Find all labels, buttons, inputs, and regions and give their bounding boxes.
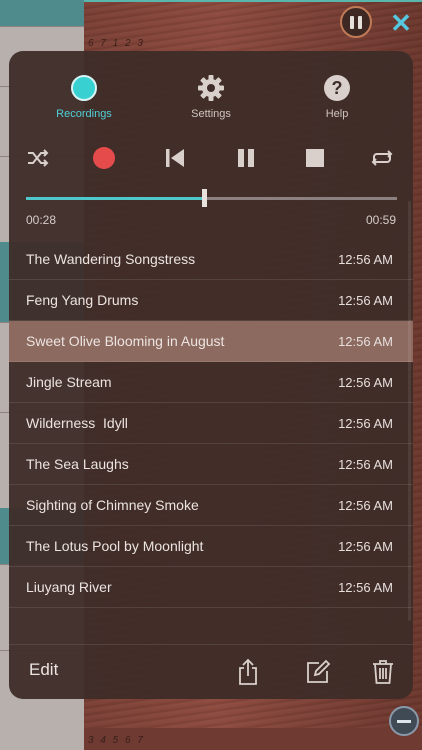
global-pause-button[interactable] [340, 6, 372, 38]
tab-recordings[interactable]: Recordings [34, 73, 134, 120]
progress-slider[interactable] [26, 189, 397, 207]
edit-icon [307, 659, 331, 683]
tab-bar: Recordings Settings ? Help [9, 73, 413, 123]
repeat-button[interactable] [365, 141, 399, 175]
recording-time: 12:56 AM [338, 538, 393, 554]
edit-button[interactable]: Edit [29, 660, 58, 680]
footer-toolbar: Edit [9, 644, 413, 699]
recordings-list: The Wandering Songstress 12:56 AM Feng Ya… [9, 239, 413, 608]
top-strip [84, 0, 422, 2]
list-item[interactable]: Liuyang River 12:56 AM [9, 567, 413, 608]
recording-time: 12:56 AM [338, 292, 393, 308]
playback-controls [9, 141, 413, 175]
trash-icon [373, 660, 393, 684]
delete-button[interactable] [368, 657, 398, 687]
shuffle-icon [28, 149, 49, 167]
top-key-numbers: 6 7 1 2 3 [88, 38, 145, 49]
close-icon: ✕ [390, 7, 412, 38]
recording-title: The Lotus Pool by Moonlight [26, 538, 204, 554]
list-item[interactable]: Jingle Stream 12:56 AM [9, 362, 413, 403]
list-item[interactable]: Sighting of Chimney Smoke 12:56 AM [9, 485, 413, 526]
rename-button[interactable] [303, 657, 333, 687]
tab-settings-label: Settings [191, 108, 231, 120]
recording-title: Wilderness Idyll [26, 415, 128, 431]
elapsed-time: 00:28 [26, 213, 57, 227]
help-icon: ? [324, 75, 350, 101]
recording-time: 12:56 AM [338, 251, 393, 267]
list-item-selected[interactable]: Sweet Olive Blooming in August 12:56 AM [9, 321, 413, 362]
progress-thumb[interactable] [202, 189, 208, 207]
tab-help[interactable]: ? Help [287, 73, 387, 120]
list-item[interactable]: The Sea Laughs 12:56 AM [9, 444, 413, 485]
recording-time: 12:56 AM [338, 415, 393, 431]
record-button[interactable] [87, 141, 121, 175]
recording-title: Sweet Olive Blooming in August [26, 333, 225, 349]
gear-icon [198, 75, 224, 101]
repeat-icon [371, 150, 393, 166]
zoom-out-button[interactable] [389, 706, 419, 736]
svg-text:?: ? [332, 78, 343, 98]
skip-back-icon [166, 149, 184, 167]
recording-title: The Wandering Songstress [26, 251, 196, 267]
recordings-panel: Recordings Settings ? Help 00:28 00:59 T… [9, 51, 413, 699]
recording-time: 12:56 AM [338, 579, 393, 595]
pause-button[interactable] [229, 141, 263, 175]
recording-time: 12:56 AM [338, 374, 393, 390]
skip-back-button[interactable] [158, 141, 192, 175]
list-item[interactable]: The Lotus Pool by Moonlight 12:56 AM [9, 526, 413, 567]
record-icon [93, 147, 115, 169]
bottom-key-numbers: 3 4 5 6 7 [88, 735, 145, 746]
pause-icon [238, 149, 254, 167]
shuffle-button[interactable] [21, 141, 55, 175]
stop-icon [306, 149, 324, 167]
scrollbar[interactable] [408, 201, 411, 621]
stop-button[interactable] [298, 141, 332, 175]
recording-title: Sighting of Chimney Smoke [26, 497, 199, 513]
list-item[interactable]: Feng Yang Drums 12:56 AM [9, 280, 413, 321]
tab-recordings-label: Recordings [56, 108, 112, 120]
record-icon [71, 75, 97, 101]
recording-time: 12:56 AM [338, 333, 393, 349]
recording-title: Jingle Stream [26, 374, 112, 390]
recording-title: Liuyang River [26, 579, 112, 595]
progress-fill [26, 197, 205, 200]
recording-title: The Sea Laughs [26, 456, 129, 472]
list-item[interactable]: The Wandering Songstress 12:56 AM [9, 239, 413, 280]
close-button[interactable]: ✕ [386, 8, 416, 38]
tab-help-label: Help [325, 108, 349, 120]
recording-title: Feng Yang Drums [26, 292, 139, 308]
tab-settings[interactable]: Settings [161, 73, 261, 120]
recording-time: 12:56 AM [338, 497, 393, 513]
share-icon [239, 658, 257, 685]
list-item[interactable]: Wilderness Idyll 12:56 AM [9, 403, 413, 444]
pause-icon [350, 15, 354, 29]
share-button[interactable] [233, 657, 263, 687]
recording-time: 12:56 AM [338, 456, 393, 472]
total-time: 00:59 [365, 213, 396, 227]
minus-icon [397, 719, 411, 723]
